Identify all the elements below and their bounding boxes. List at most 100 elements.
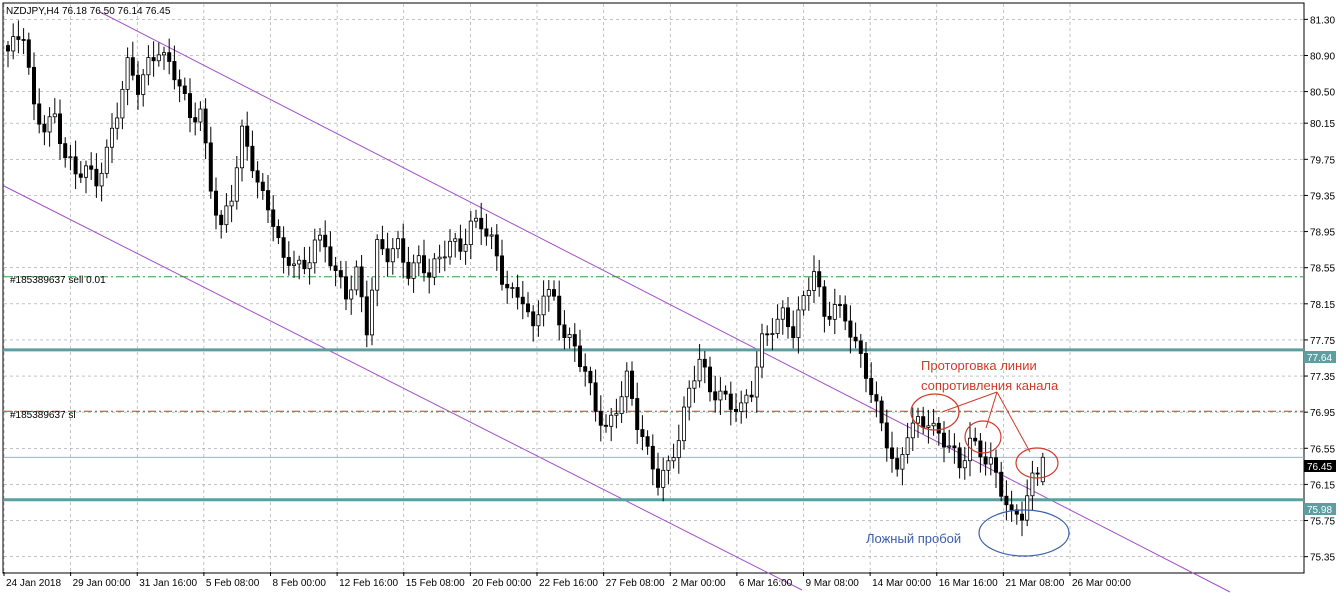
- candle-body: [593, 382, 598, 412]
- candle-body: [983, 456, 988, 465]
- candle-body: [687, 387, 692, 408]
- candle-body: [1004, 495, 1009, 506]
- candle-body: [666, 460, 671, 471]
- time-tick-label: 21 Mar 08:00: [1005, 578, 1064, 589]
- candle-body: [510, 287, 515, 289]
- candle-body: [312, 239, 317, 264]
- price-tick-label: 78.95: [1310, 228, 1335, 239]
- price-tick-label: 78.55: [1310, 264, 1335, 275]
- candle-body: [120, 88, 125, 119]
- candle-body: [234, 167, 239, 202]
- candle-body: [245, 125, 250, 147]
- candle-body: [281, 237, 286, 258]
- candle-body: [713, 391, 718, 401]
- price-chart[interactable]: 81.30 80.90 80.50 80.15 79.75 79.35 78.95 78.55…: [0, 0, 1344, 593]
- candle-body: [780, 307, 785, 320]
- price-tick-label: 80.50: [1310, 88, 1335, 99]
- price-tick-label: 80.90: [1310, 51, 1335, 62]
- candle-body: [656, 468, 661, 488]
- candle-body: [37, 103, 42, 125]
- candle-body: [229, 200, 234, 207]
- candle-body: [52, 113, 57, 118]
- candle-body: [479, 217, 484, 230]
- candle-body: [702, 358, 707, 368]
- candle-body: [869, 378, 874, 396]
- candle-body: [406, 261, 411, 279]
- candle-body: [302, 259, 307, 270]
- annotation-false-breakout: Ложный пробой: [866, 531, 961, 546]
- price-tick-label: 81.30: [1310, 15, 1335, 26]
- candle-body: [58, 113, 63, 145]
- candle-body: [411, 262, 416, 279]
- candle-body: [838, 304, 843, 306]
- time-tick-label: 8 Feb 00:00: [273, 578, 327, 589]
- candle-body: [676, 440, 681, 458]
- candle-body: [437, 256, 442, 260]
- candle-body: [936, 422, 941, 434]
- candle-body: [728, 393, 733, 410]
- candle-body: [864, 353, 869, 379]
- candle-body: [146, 57, 151, 76]
- candle-body: [1030, 472, 1035, 497]
- candle-body: [1009, 504, 1014, 511]
- candle-body: [239, 125, 244, 169]
- candle-body: [323, 234, 328, 248]
- price-badge-current: 76.45: [1304, 460, 1336, 473]
- price-tick-label: 75.35: [1310, 553, 1335, 564]
- candle-body: [671, 457, 676, 462]
- candle-body: [271, 209, 276, 227]
- candle-body: [32, 66, 37, 105]
- candle-body: [619, 396, 624, 415]
- candle-body: [1035, 472, 1040, 475]
- time-tick-label: 22 Feb 16:00: [539, 578, 598, 589]
- time-tick-label: 24 Jan 2018: [6, 578, 61, 589]
- candle-body: [988, 457, 993, 465]
- candle-body: [526, 303, 531, 313]
- candle-body: [843, 304, 848, 322]
- time-tick-label: 5 Feb 08:00: [206, 578, 260, 589]
- candle-body: [536, 314, 541, 327]
- price-tick-label: 75.75: [1310, 517, 1335, 528]
- candle-body: [442, 256, 447, 259]
- candle-body: [879, 400, 884, 424]
- price-tick-label: 77.75: [1310, 336, 1335, 347]
- candle-body: [104, 146, 109, 174]
- candle-body: [354, 266, 359, 291]
- candle-body: [806, 289, 811, 297]
- candle-body: [650, 445, 655, 470]
- candle-body: [73, 156, 78, 175]
- candle-body: [531, 311, 536, 327]
- time-tick-label: 6 Mar 16:00: [739, 578, 793, 589]
- sell-order-label: #185389637 sell 0.01: [10, 275, 106, 286]
- candle-body: [115, 117, 120, 129]
- candle-body: [89, 165, 94, 170]
- candle-body: [224, 205, 229, 226]
- candle-body: [760, 333, 765, 368]
- candle-body: [598, 411, 603, 426]
- candle-body: [11, 36, 16, 52]
- candle-body: [692, 380, 697, 389]
- candle-body: [926, 425, 931, 428]
- candle-body: [276, 226, 281, 239]
- candle-body: [661, 469, 666, 488]
- candle-body: [931, 422, 936, 427]
- candle-body: [307, 262, 312, 270]
- candle-body: [473, 217, 478, 222]
- candle-body: [494, 234, 499, 257]
- time-tick-label: 2 Mar 00:00: [672, 578, 726, 589]
- candle-body: [848, 320, 853, 338]
- candle-body: [791, 326, 796, 339]
- candle-body: [375, 239, 380, 291]
- candle-body: [416, 255, 421, 264]
- candle-body: [213, 190, 218, 216]
- candle-body: [910, 422, 915, 439]
- candle-body: [463, 244, 468, 252]
- candle-body: [453, 238, 458, 242]
- candle-body: [978, 440, 983, 458]
- candle-body: [900, 454, 905, 470]
- candle-body: [203, 108, 208, 144]
- candle-body: [135, 74, 140, 95]
- candle-body: [151, 57, 156, 62]
- candle-body: [822, 286, 827, 317]
- candle-body: [99, 172, 104, 187]
